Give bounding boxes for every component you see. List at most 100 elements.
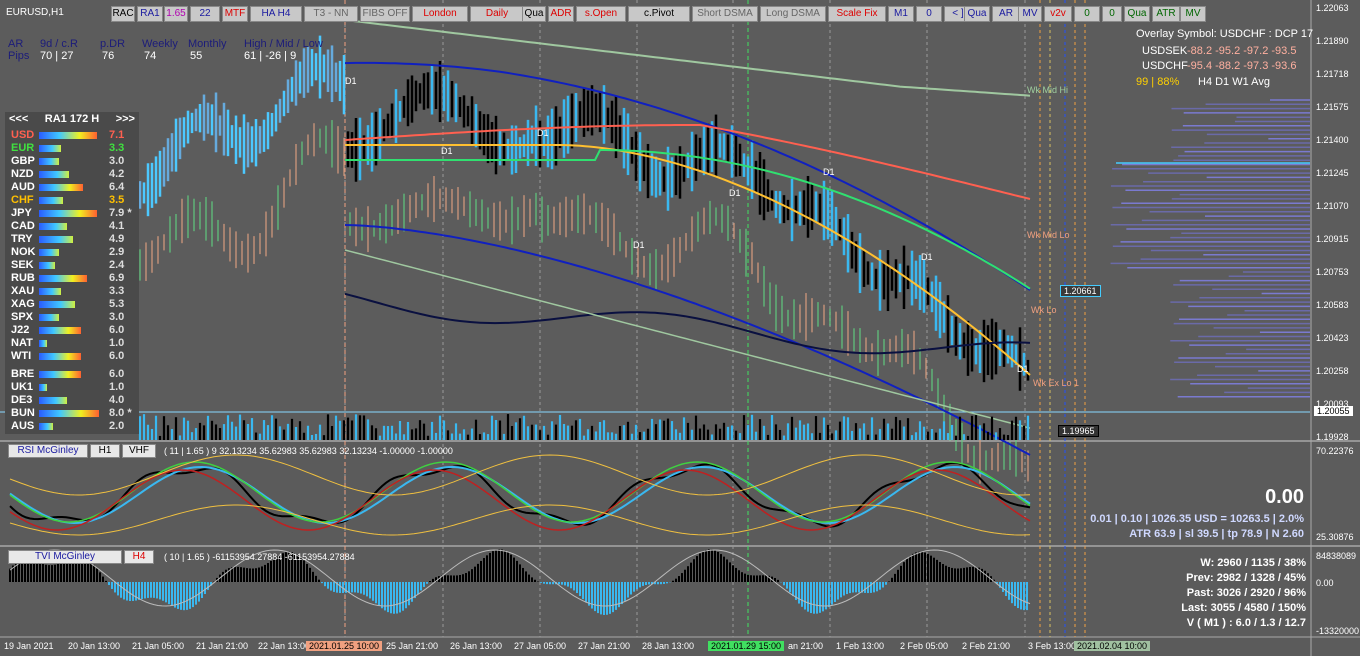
toolbar-button[interactable]: 0 xyxy=(916,6,942,22)
strength-value: 6.0 xyxy=(109,368,125,380)
toolbar-button[interactable]: 1.65 xyxy=(164,6,188,22)
currency-code: DE3 xyxy=(11,394,33,406)
currency-code: USD xyxy=(11,129,35,141)
strength-value: 5.3 xyxy=(109,298,125,310)
time-tick-label: 3 Feb 13:00 xyxy=(1028,641,1077,651)
tvi-past-stat: Past: 3026 / 2920 / 96% xyxy=(1186,587,1306,599)
time-tick-label: 2021.01.29 15:00 xyxy=(708,641,785,651)
strength-bar xyxy=(39,340,47,347)
strength-bar xyxy=(39,301,75,308)
d1-marker: D1 xyxy=(345,76,357,86)
price-tick-label: 1.21890 xyxy=(1316,36,1349,46)
strength-bar xyxy=(39,275,87,282)
currency-code: XAG xyxy=(11,298,35,310)
rsi-signal-line xyxy=(9,465,1031,525)
range-header-1: 9d / c.R xyxy=(40,38,78,50)
d1-marker: D1 xyxy=(633,240,645,250)
toolbar-button[interactable]: AR xyxy=(992,6,1020,22)
toolbar-button[interactable]: FIBS OFF xyxy=(360,6,410,22)
toolbar-button[interactable]: RA1 xyxy=(137,6,163,22)
currency-code: AUS xyxy=(11,420,35,432)
ar-label: AR xyxy=(8,38,24,50)
toolbar-button[interactable]: 22 xyxy=(190,6,220,22)
strength-value: 4.9 xyxy=(109,233,125,245)
strength-value: 3.0 xyxy=(109,155,125,167)
overlay-chf-values: -95.4 -88.2 -97.3 -93.6 xyxy=(1187,60,1297,72)
strength-value: 4.1 xyxy=(109,220,125,232)
range-header-2: p.DR xyxy=(100,38,126,50)
overlay-timeframes: H4 D1 W1 Avg xyxy=(1198,76,1270,88)
rsi-vhf-button[interactable]: VHF xyxy=(122,444,156,458)
strength-row: NZD 4.2 xyxy=(5,168,139,181)
toolbar-button[interactable]: s.Open xyxy=(576,6,626,22)
time-tick-label: 27 Jan 21:00 xyxy=(578,641,631,651)
time-tick-label: 25 Jan 21:00 xyxy=(386,641,439,651)
toolbar-button[interactable]: MTF xyxy=(222,6,248,22)
currency-code: J22 xyxy=(11,324,30,336)
toolbar-button[interactable]: ADR xyxy=(548,6,574,22)
strength-value: 8.0 * xyxy=(109,407,132,419)
toolbar-button[interactable]: Qua xyxy=(1124,6,1150,22)
strength-value: 3.3 xyxy=(109,285,125,297)
price-tick-label: 1.21245 xyxy=(1316,168,1349,178)
strength-bar xyxy=(39,132,97,139)
strength-row: EUR 3.3 xyxy=(5,142,139,155)
toolbar-button[interactable]: 0 xyxy=(1074,6,1100,22)
toolbar-button[interactable]: Daily xyxy=(470,6,524,22)
strength-bar xyxy=(39,184,83,191)
toolbar-button[interactable]: RAC xyxy=(111,6,135,22)
rsi-timeframe-button[interactable]: H1 xyxy=(90,444,120,458)
toolbar-button[interactable]: Short DSMA xyxy=(692,6,758,22)
strength-bar xyxy=(39,353,81,360)
toolbar-button[interactable]: Qua xyxy=(964,6,990,22)
strength-bar xyxy=(39,262,55,269)
main-chart-area xyxy=(0,0,1310,440)
toolbar-button[interactable]: Long DSMA xyxy=(760,6,826,22)
rsi-indicator-button[interactable]: RSI McGinley xyxy=(8,444,88,458)
toolbar-button[interactable]: T3 - NN xyxy=(304,6,358,22)
strength-row: SPX 3.0 xyxy=(5,311,139,324)
strength-value: 6.9 xyxy=(109,272,125,284)
time-tick-label: 22 Jan 13:00 xyxy=(258,641,311,651)
time-tick-label: 21 Jan 21:00 xyxy=(196,641,249,651)
tvi-indicator-button[interactable]: TVI McGinley xyxy=(8,550,122,564)
d1-marker: D1 xyxy=(441,146,453,156)
strength-value: 6.0 xyxy=(109,350,125,362)
toolbar-button[interactable]: London xyxy=(412,6,468,22)
toolbar-button[interactable]: MV xyxy=(1180,6,1206,22)
toolbar-button[interactable]: Scale Fix xyxy=(828,6,886,22)
currency-code: UK1 xyxy=(11,381,34,393)
time-tick-label: 2 Feb 21:00 xyxy=(962,641,1011,651)
toolbar-button[interactable]: v2v xyxy=(1044,6,1072,22)
range-header-4: Monthly xyxy=(188,38,227,50)
strength-prev-button[interactable]: <<< xyxy=(9,113,28,127)
price-tick-label: 1.21718 xyxy=(1316,69,1349,79)
trading-terminal: EURUSD,H1 RAC RA1 1.65 22 MTF HA H4 T3 - NN FIB… xyxy=(0,0,1360,656)
d1-marker: D1 xyxy=(823,167,835,177)
toolbar-button[interactable]: ATR xyxy=(1152,6,1180,22)
toolbar-button[interactable]: 0 xyxy=(1102,6,1122,22)
time-tick-label: an 21:00 xyxy=(788,641,824,651)
strength-row: AUS 2.0 xyxy=(5,420,139,433)
strength-row: DE3 4.0 xyxy=(5,394,139,407)
toolbar-button[interactable]: Qua xyxy=(522,6,546,22)
currency-code: BRE xyxy=(11,368,35,380)
toolbar-button[interactable]: M1 xyxy=(888,6,914,22)
range-header-3: Weekly xyxy=(142,38,178,50)
symbol-label: EURUSD,H1 xyxy=(6,7,64,18)
tvi-timeframe-button[interactable]: H4 xyxy=(124,550,154,564)
toolbar-button[interactable]: HA H4 xyxy=(250,6,302,22)
price-line-tag-2: 1.19965 xyxy=(1058,425,1099,437)
strength-row: GBP 3.0 xyxy=(5,155,139,168)
toolbar-button[interactable]: c.Pivot xyxy=(628,6,690,22)
strength-value: 4.2 xyxy=(109,168,125,180)
strength-next-button[interactable]: >>> xyxy=(116,113,135,127)
rsi-big-value: 0.00 xyxy=(1265,486,1304,508)
d1-marker: D1 xyxy=(921,252,933,262)
strength-value: 6.0 xyxy=(109,324,125,336)
strength-row: WTI 6.0 xyxy=(5,350,139,363)
toolbar-button[interactable]: MV xyxy=(1018,6,1042,22)
wk-mid-hi-label: Wk Mid Hi xyxy=(1027,85,1068,95)
currency-code: SPX xyxy=(11,311,34,323)
strength-row: RUB 6.9 xyxy=(5,272,139,285)
